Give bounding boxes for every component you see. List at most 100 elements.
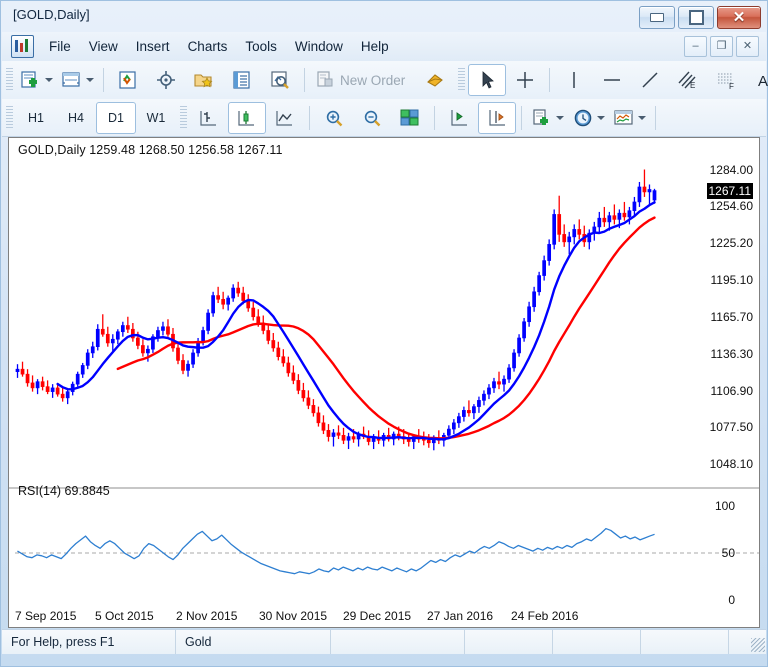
market-watch-button[interactable]	[109, 64, 147, 96]
svg-text:A: A	[758, 73, 768, 90]
mdi-controls: – ❐ ✕	[684, 36, 759, 57]
zoom-in-icon	[323, 107, 345, 129]
period-h1-button[interactable]: H1	[16, 102, 56, 134]
menu-item-tools[interactable]: Tools	[236, 35, 286, 58]
menu-item-window[interactable]: Window	[286, 35, 352, 58]
profiles-button[interactable]	[57, 64, 98, 96]
date-axis-tick: 7 Sep 2015	[15, 609, 77, 623]
price-axis-tick: 1165.70	[710, 310, 754, 325]
rsi-axis-tick: 50	[721, 546, 735, 560]
autotrading-button[interactable]	[416, 64, 454, 96]
trendline-tool[interactable]	[631, 64, 669, 96]
menu-item-file[interactable]: File	[40, 35, 80, 58]
cursor-tool[interactable]	[468, 64, 507, 96]
bar-chart-button[interactable]	[190, 102, 228, 134]
equidistant-channel-tool[interactable]: E	[669, 64, 707, 96]
toolbar-grip[interactable]	[6, 68, 13, 92]
mdi-minimize-button[interactable]: –	[684, 36, 707, 57]
periods-button[interactable]	[568, 102, 609, 134]
zoom-out-button[interactable]	[353, 102, 391, 134]
chevron-down-icon[interactable]	[638, 115, 646, 120]
auto-scroll-button[interactable]	[440, 102, 478, 134]
price-axis-tick: 1077.50	[709, 420, 753, 435]
svg-text:E: E	[690, 81, 695, 90]
window-minimize-button[interactable]	[639, 6, 675, 29]
toolbar-separator	[103, 68, 104, 92]
crosshair-icon	[514, 69, 536, 91]
period-h4-button[interactable]: H4	[56, 102, 96, 134]
indicators-icon	[531, 107, 553, 129]
clock-icon	[572, 107, 594, 129]
strategy-tester-button[interactable]	[261, 64, 299, 96]
window-controls: ✕	[639, 6, 761, 29]
fibonacci-icon: F	[715, 69, 737, 91]
period-d1-button[interactable]: D1	[96, 101, 136, 134]
text-tool[interactable]: A	[745, 64, 768, 96]
resize-grip[interactable]	[751, 638, 765, 652]
date-axis-tick: 2 Nov 2015	[176, 609, 238, 623]
minimize-icon	[650, 13, 664, 22]
fibonacci-tool[interactable]: F	[707, 64, 745, 96]
candlestick-icon	[236, 107, 258, 129]
price-axis-tick: 1136.30	[710, 346, 754, 361]
toolbar-separator	[521, 105, 522, 130]
current-price-label: 1267.11	[706, 182, 753, 199]
menu-item-charts[interactable]: Charts	[179, 35, 237, 58]
new-order-button[interactable]: New Order	[310, 64, 416, 96]
maximize-icon	[688, 10, 704, 25]
svg-text:F: F	[729, 82, 734, 91]
favorites-folder-icon	[193, 69, 215, 91]
date-axis-tick: 5 Oct 2015	[95, 609, 154, 623]
periods-toolbar: H1 H4 D1 W1	[2, 99, 766, 137]
window-maximize-button[interactable]	[678, 6, 714, 29]
chart-shift-button[interactable]	[478, 101, 516, 134]
indicators-button[interactable]	[527, 102, 568, 134]
chevron-down-icon[interactable]	[597, 115, 605, 120]
status-cell-7	[729, 630, 751, 654]
price-axis-tick: 1254.60	[709, 199, 753, 214]
candlestick-chart-button[interactable]	[228, 101, 266, 134]
text-a-icon: A	[753, 69, 768, 91]
status-symbol: Gold	[176, 630, 331, 654]
mdi-restore-button[interactable]: ❐	[710, 36, 733, 57]
toolbar-separator	[304, 68, 305, 92]
tile-windows-button[interactable]	[391, 102, 429, 134]
close-icon: ✕	[732, 9, 746, 26]
autotrading-icon	[424, 69, 446, 91]
toolbar-grip[interactable]	[458, 68, 466, 92]
window-title: [GOLD,Daily]	[13, 7, 90, 22]
toolbar-grip[interactable]	[6, 105, 13, 130]
favorites-folder-button[interactable]	[185, 64, 223, 96]
price-axis-tick: 1225.20	[709, 235, 753, 250]
profiles-icon	[61, 69, 83, 91]
navigator-button[interactable]	[147, 64, 185, 96]
toolbar-separator	[309, 105, 310, 130]
chevron-down-icon[interactable]	[86, 78, 94, 82]
zoom-in-button[interactable]	[315, 102, 353, 134]
vertical-line-tool[interactable]	[555, 64, 593, 96]
price-axis-tick: 1048.10	[709, 456, 753, 471]
crosshair-tool[interactable]	[506, 64, 544, 96]
chevron-down-icon[interactable]	[556, 115, 564, 120]
chevron-down-icon[interactable]	[45, 78, 53, 82]
line-chart-button[interactable]	[266, 102, 304, 134]
date-axis-tick: 30 Nov 2015	[259, 609, 328, 623]
rsi-axis-tick: 100	[714, 499, 735, 513]
toolbar-grip[interactable]	[180, 105, 187, 130]
menu-item-help[interactable]: Help	[352, 35, 398, 58]
mdi-close-button[interactable]: ✕	[736, 36, 759, 57]
status-help-text: For Help, press F1	[2, 630, 176, 654]
new-chart-button[interactable]	[16, 64, 57, 96]
window-close-button[interactable]: ✕	[717, 6, 761, 29]
status-cell-3	[331, 630, 465, 654]
templates-button[interactable]	[609, 102, 650, 134]
menu-item-view[interactable]: View	[80, 35, 127, 58]
price-axis-tick: 1106.90	[710, 383, 754, 398]
menu-item-insert[interactable]: Insert	[127, 35, 179, 58]
chart-canvas[interactable]: GOLD,Daily 1259.48 1268.50 1256.58 1267.…	[8, 137, 760, 628]
data-window-button[interactable]	[223, 64, 261, 96]
horizontal-line-tool[interactable]	[593, 64, 631, 96]
period-w1-button[interactable]: W1	[136, 102, 176, 134]
rsi-axis-tick: 0	[728, 593, 735, 607]
application-window: [GOLD,Daily] ✕ File View Insert Charts T…	[0, 0, 768, 667]
